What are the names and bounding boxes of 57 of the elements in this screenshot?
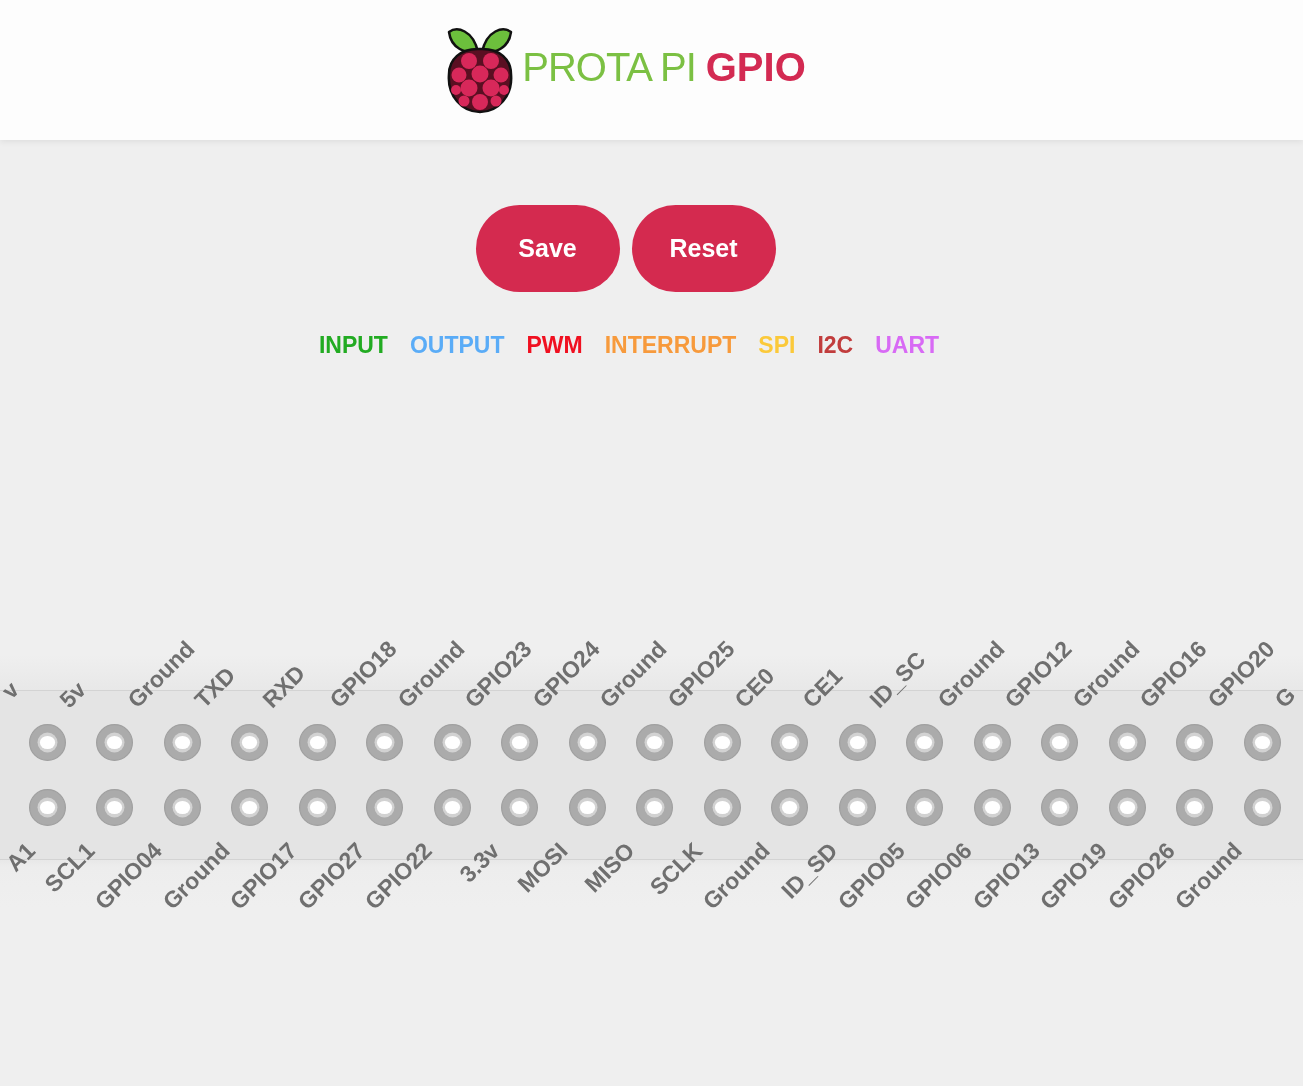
pin-icon[interactable] — [163, 788, 201, 826]
pin-icon[interactable] — [28, 723, 66, 761]
pin-icon[interactable] — [771, 788, 808, 826]
pin-icon[interactable] — [636, 788, 673, 826]
pin-icon[interactable] — [501, 723, 538, 761]
pin-label: CE1 — [797, 663, 847, 712]
pin-icon[interactable] — [1243, 788, 1281, 826]
pin-icon[interactable] — [838, 723, 876, 761]
pin-icon[interactable] — [838, 788, 876, 826]
pin-label: G — [1270, 682, 1300, 712]
pin-icon[interactable] — [96, 723, 133, 761]
pin-icon[interactable] — [703, 788, 741, 826]
pin-icon[interactable] — [298, 788, 336, 826]
pin-icon[interactable] — [1041, 788, 1078, 826]
pin-label: 5v — [55, 676, 91, 712]
pin-icon[interactable] — [703, 723, 741, 761]
pin-icon[interactable] — [433, 723, 471, 761]
pin-icon[interactable] — [1243, 723, 1281, 761]
pin-icon[interactable] — [1108, 788, 1146, 826]
pin-label: CE0 — [730, 663, 779, 712]
pin-icon[interactable] — [366, 723, 403, 761]
pin-label: A1 — [1, 838, 40, 876]
legend-label: PWM — [526, 331, 583, 360]
pin-icon[interactable] — [568, 723, 606, 761]
pin-icon[interactable] — [568, 788, 606, 826]
pin-icon[interactable] — [1176, 723, 1213, 761]
pin-label: v — [0, 677, 23, 703]
product-name: GPIO — [705, 44, 806, 91]
pin-icon[interactable] — [96, 788, 133, 826]
legend-label: UART — [875, 331, 940, 360]
legend-label: SPI — [758, 331, 796, 360]
brand-name: PROTA PI — [522, 44, 696, 91]
pin-icon[interactable] — [28, 788, 66, 826]
legend-label: INPUT — [318, 331, 388, 360]
pin-icon[interactable] — [636, 723, 673, 761]
pin-icon[interactable] — [973, 723, 1011, 761]
action-button[interactable]: Save — [475, 205, 620, 292]
pin-icon[interactable] — [231, 788, 268, 826]
legend-label: I2C — [817, 331, 854, 360]
pin-icon[interactable] — [298, 723, 336, 761]
pin-label: TXD — [190, 662, 240, 712]
pin-icon[interactable] — [771, 723, 808, 761]
pin-icon[interactable] — [163, 723, 201, 761]
pin-label: 3.3v — [455, 838, 504, 887]
pin-icon[interactable] — [366, 788, 403, 826]
pin-icon[interactable] — [1176, 788, 1213, 826]
pin-icon[interactable] — [973, 788, 1011, 826]
pin-icon[interactable] — [906, 788, 943, 826]
pin-icon[interactable] — [1041, 723, 1078, 761]
pin-icon[interactable] — [231, 723, 268, 761]
pin-icon[interactable] — [433, 788, 471, 826]
action-button[interactable]: Reset — [631, 205, 776, 292]
legend-label: OUTPUT — [409, 331, 505, 360]
legend-label: INTERRUPT — [604, 331, 737, 360]
pin-icon[interactable] — [501, 788, 538, 826]
pin-icon[interactable] — [906, 723, 943, 761]
pin-icon[interactable] — [1108, 723, 1146, 761]
